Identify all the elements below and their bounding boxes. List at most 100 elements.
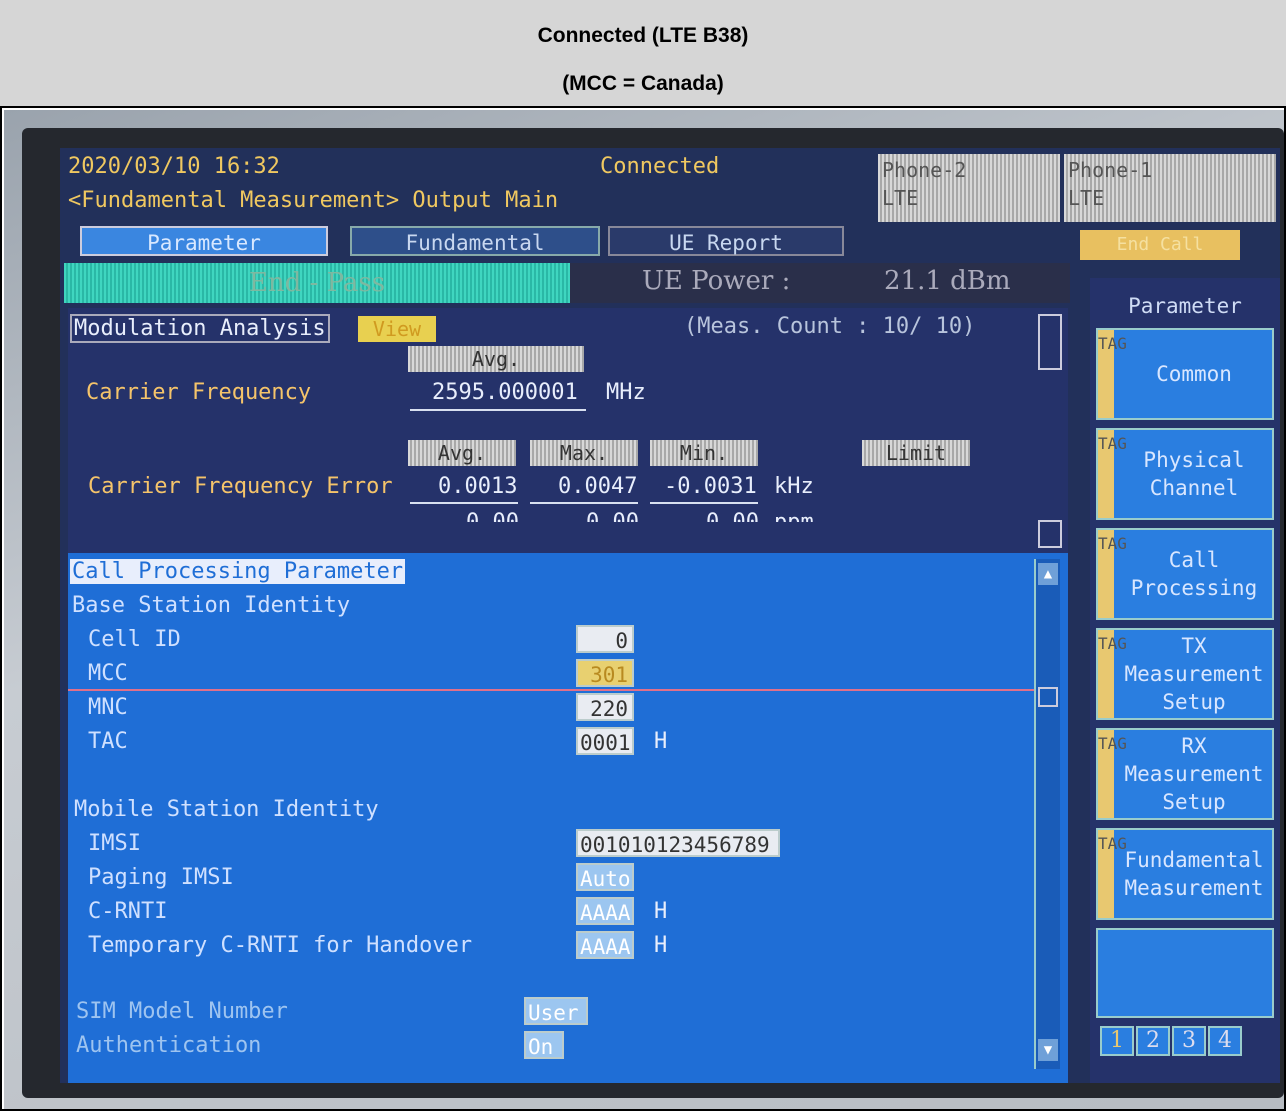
c-rnti-label: C-RNTI [88,899,168,924]
carrier-frequency-unit: MHz [606,380,646,405]
scroll-indicator-top[interactable] [1038,314,1062,370]
mobile-station-title: Mobile Station Identity [74,797,379,822]
phone-2-tech: LTE [882,186,919,210]
softkey-label: Fundamental Measurement [1124,848,1264,900]
softkey-empty[interactable] [1096,928,1274,1018]
scroll-thumb[interactable] [1038,687,1058,707]
softkey-label: Physical Channel [1143,448,1245,500]
carrier-frequency-label: Carrier Frequency [86,380,312,405]
ppm-max: 0.00 [586,508,639,522]
sim-model-label: SIM Model Number [76,999,288,1024]
mnc-label: MNC [88,695,128,720]
softkey-tx-measurement-setup[interactable]: TAG TX Measurement Setup [1096,628,1274,720]
softkey-rx-measurement-setup[interactable]: TAG RX Measurement Setup [1096,728,1274,820]
modulation-title: Modulation Analysis [70,314,330,343]
phone-2-name: Phone-2 [882,158,967,182]
phone-2-panel[interactable]: Phone-2 LTE [878,154,1060,222]
tag-icon: TAG [1098,430,1127,518]
temporary-c-rnti-label: Temporary C-RNTI for Handover [88,933,473,958]
tac-label: TAC [88,729,128,754]
page-selector: 1 2 3 4 [1100,1026,1242,1056]
softkey-label: Call Processing [1130,548,1258,600]
tag-icon: TAG [1098,630,1127,718]
tac-unit: H [654,729,668,754]
phone-1-name: Phone-1 [1068,158,1153,182]
cell-id-label: Cell ID [88,627,181,652]
cell-id-field[interactable]: 0 [576,625,634,653]
imsi-field[interactable]: 001010123456789 [576,829,780,857]
sim-model-field[interactable]: User [524,997,588,1025]
tac-field[interactable]: 0001 [576,727,634,755]
paging-imsi-field[interactable]: Auto [576,863,634,891]
page-1-button[interactable]: 1 [1100,1026,1134,1056]
screen-photo: 2020/03/10 16:32 Connected <Fundamental … [4,110,1284,1109]
instrument-bezel: 2020/03/10 16:32 Connected <Fundamental … [22,128,1284,1098]
err-max-header: Max. [530,440,638,466]
connection-status: Connected [600,154,720,179]
carrier-error-min: -0.0031 [664,474,757,499]
temporary-c-rnti-field[interactable]: AAAA [576,931,634,959]
limit-button[interactable]: Limit [862,440,970,466]
carrier-error-label: Carrier Frequency Error [88,474,393,499]
err-min-underline [650,502,758,504]
avg-header: Avg. [408,346,584,372]
tag-icon: TAG [1098,830,1127,918]
view-button[interactable]: View [358,316,436,342]
softkey-fundamental-measurement[interactable]: TAG Fundamental Measurement [1096,828,1274,920]
softkey-title: Parameter [1128,294,1242,318]
carrier-error-max: 0.0047 [558,474,638,499]
ppm-min: 0.00 [706,508,759,522]
err-max-underline [530,502,638,504]
phone-1-panel[interactable]: Phone-1 LTE [1064,154,1276,222]
result-indicator: End - Pass [64,263,570,303]
softkey-call-processing[interactable]: TAG Call Processing [1096,528,1274,620]
page-3-button[interactable]: 3 [1172,1026,1206,1056]
carrier-error-avg: 0.0013 [438,474,518,499]
softkey-common[interactable]: TAG Common [1096,328,1274,420]
cursor-line [68,689,1058,691]
tab-parameter[interactable]: Parameter [80,226,328,256]
page-2-button[interactable]: 2 [1136,1026,1170,1056]
modulation-pane: Modulation Analysis View (Meas. Count : … [68,308,1068,553]
tag-icon: TAG [1098,330,1127,418]
caption-line1: Connected (LTE B38) [537,24,749,47]
err-avg-header: Avg. [408,440,516,466]
carrier-frequency-value: 2595.000001 [432,380,578,405]
tag-icon: TAG [1098,730,1127,818]
c-rnti-unit: H [654,899,668,924]
err-min-header: Min. [650,440,758,466]
meas-count: (Meas. Count : 10/ 10) [684,314,976,339]
temporary-c-rnti-unit: H [654,933,668,958]
caption-line2: (MCC = Canada) [562,72,724,95]
breadcrumb: <Fundamental Measurement> Output Main [68,188,559,213]
datetime: 2020/03/10 16:32 [68,154,280,179]
softkey-label: TX Measurement Setup [1124,634,1264,714]
softkey-physical-channel[interactable]: TAG Physical Channel [1096,428,1274,520]
authentication-field[interactable]: On [524,1031,564,1059]
scroll-up-icon[interactable]: ▲ [1038,563,1058,585]
scrollbar[interactable]: ▲ ▼ [1034,559,1060,1069]
scroll-indicator-bottom[interactable] [1038,520,1062,548]
mnc-field[interactable]: 220 [576,693,634,721]
tab-ue-report[interactable]: UE Report [608,226,844,256]
base-station-title: Base Station Identity [72,593,351,618]
call-processing-pane: Call Processing Parameter Base Station I… [68,553,1068,1083]
err-avg-underline [410,502,518,504]
carrier-frequency-underline [410,409,586,411]
ue-power-label: UE Power : [642,266,791,296]
call-processing-title: Call Processing Parameter [70,559,406,584]
tab-fundamental[interactable]: Fundamental [350,226,600,256]
ppm-avg: 0.00 [466,508,519,522]
mcc-field[interactable]: 301 [576,659,634,687]
paging-imsi-label: Paging IMSI [88,865,234,890]
c-rnti-field[interactable]: AAAA [576,897,634,925]
carrier-error-unit: kHz [774,474,814,499]
softkey-label: RX Measurement Setup [1124,734,1264,814]
phone-1-tech: LTE [1068,186,1105,210]
ppm-unit: ppm [774,508,814,522]
authentication-label: Authentication [76,1033,262,1058]
end-call-button[interactable]: End Call [1080,230,1240,260]
page-4-button[interactable]: 4 [1208,1026,1242,1056]
scroll-down-icon[interactable]: ▼ [1038,1039,1058,1061]
tag-icon: TAG [1098,530,1127,618]
